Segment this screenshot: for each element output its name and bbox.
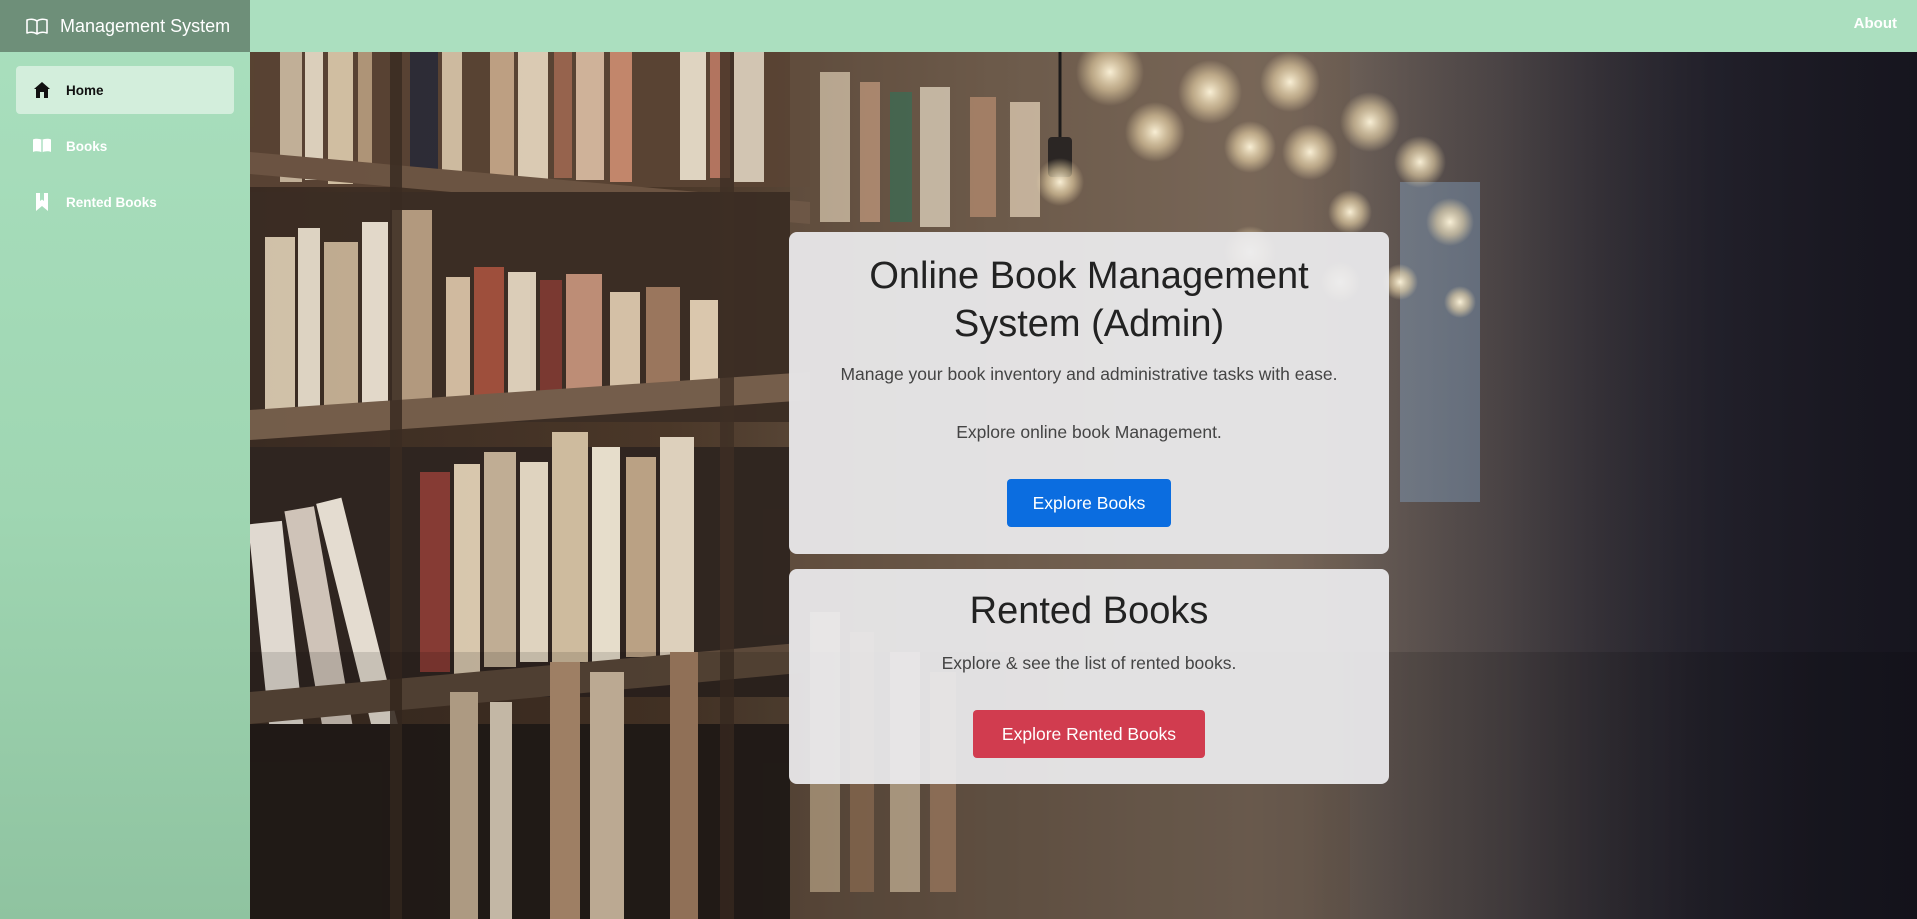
admin-card: Online Book Management System (Admin) Ma… — [789, 232, 1389, 554]
rented-books-card: Rented Books Explore & see the list of r… — [789, 569, 1389, 784]
explore-rented-books-button[interactable]: Explore Rented Books — [973, 710, 1205, 758]
top-navbar: About — [250, 0, 1917, 52]
brand-title: Management System — [60, 15, 231, 36]
sidebar-item-rented-books[interactable]: Rented Books — [16, 178, 234, 226]
sidebar-item-label: Home — [66, 82, 104, 98]
admin-card-subtext: Explore online book Management. — [956, 422, 1222, 442]
rented-card-description: Explore & see the list of rented books. — [941, 653, 1237, 673]
book-icon — [32, 136, 52, 156]
sidebar-item-label: Books — [66, 138, 108, 154]
sidebar-item-label: Rented Books — [66, 194, 157, 210]
rented-card-title: Rented Books — [969, 590, 1209, 632]
sidebar-item-home[interactable]: Home — [16, 66, 234, 114]
sidebar: Management System Home Books Rented Book… — [0, 0, 250, 919]
admin-card-title: Online Book Management System (Admin) — [869, 255, 1309, 345]
sidebar-nav: Home Books Rented Books — [0, 52, 250, 226]
brand[interactable]: Management System — [0, 0, 250, 52]
bookmark-icon — [32, 192, 52, 212]
sidebar-item-books[interactable]: Books — [16, 122, 234, 170]
open-book-icon — [26, 18, 48, 35]
about-link[interactable]: About — [1854, 15, 1897, 32]
explore-books-button[interactable]: Explore Books — [1007, 479, 1171, 527]
admin-card-description: Manage your book inventory and administr… — [840, 364, 1338, 384]
home-icon — [32, 80, 52, 100]
